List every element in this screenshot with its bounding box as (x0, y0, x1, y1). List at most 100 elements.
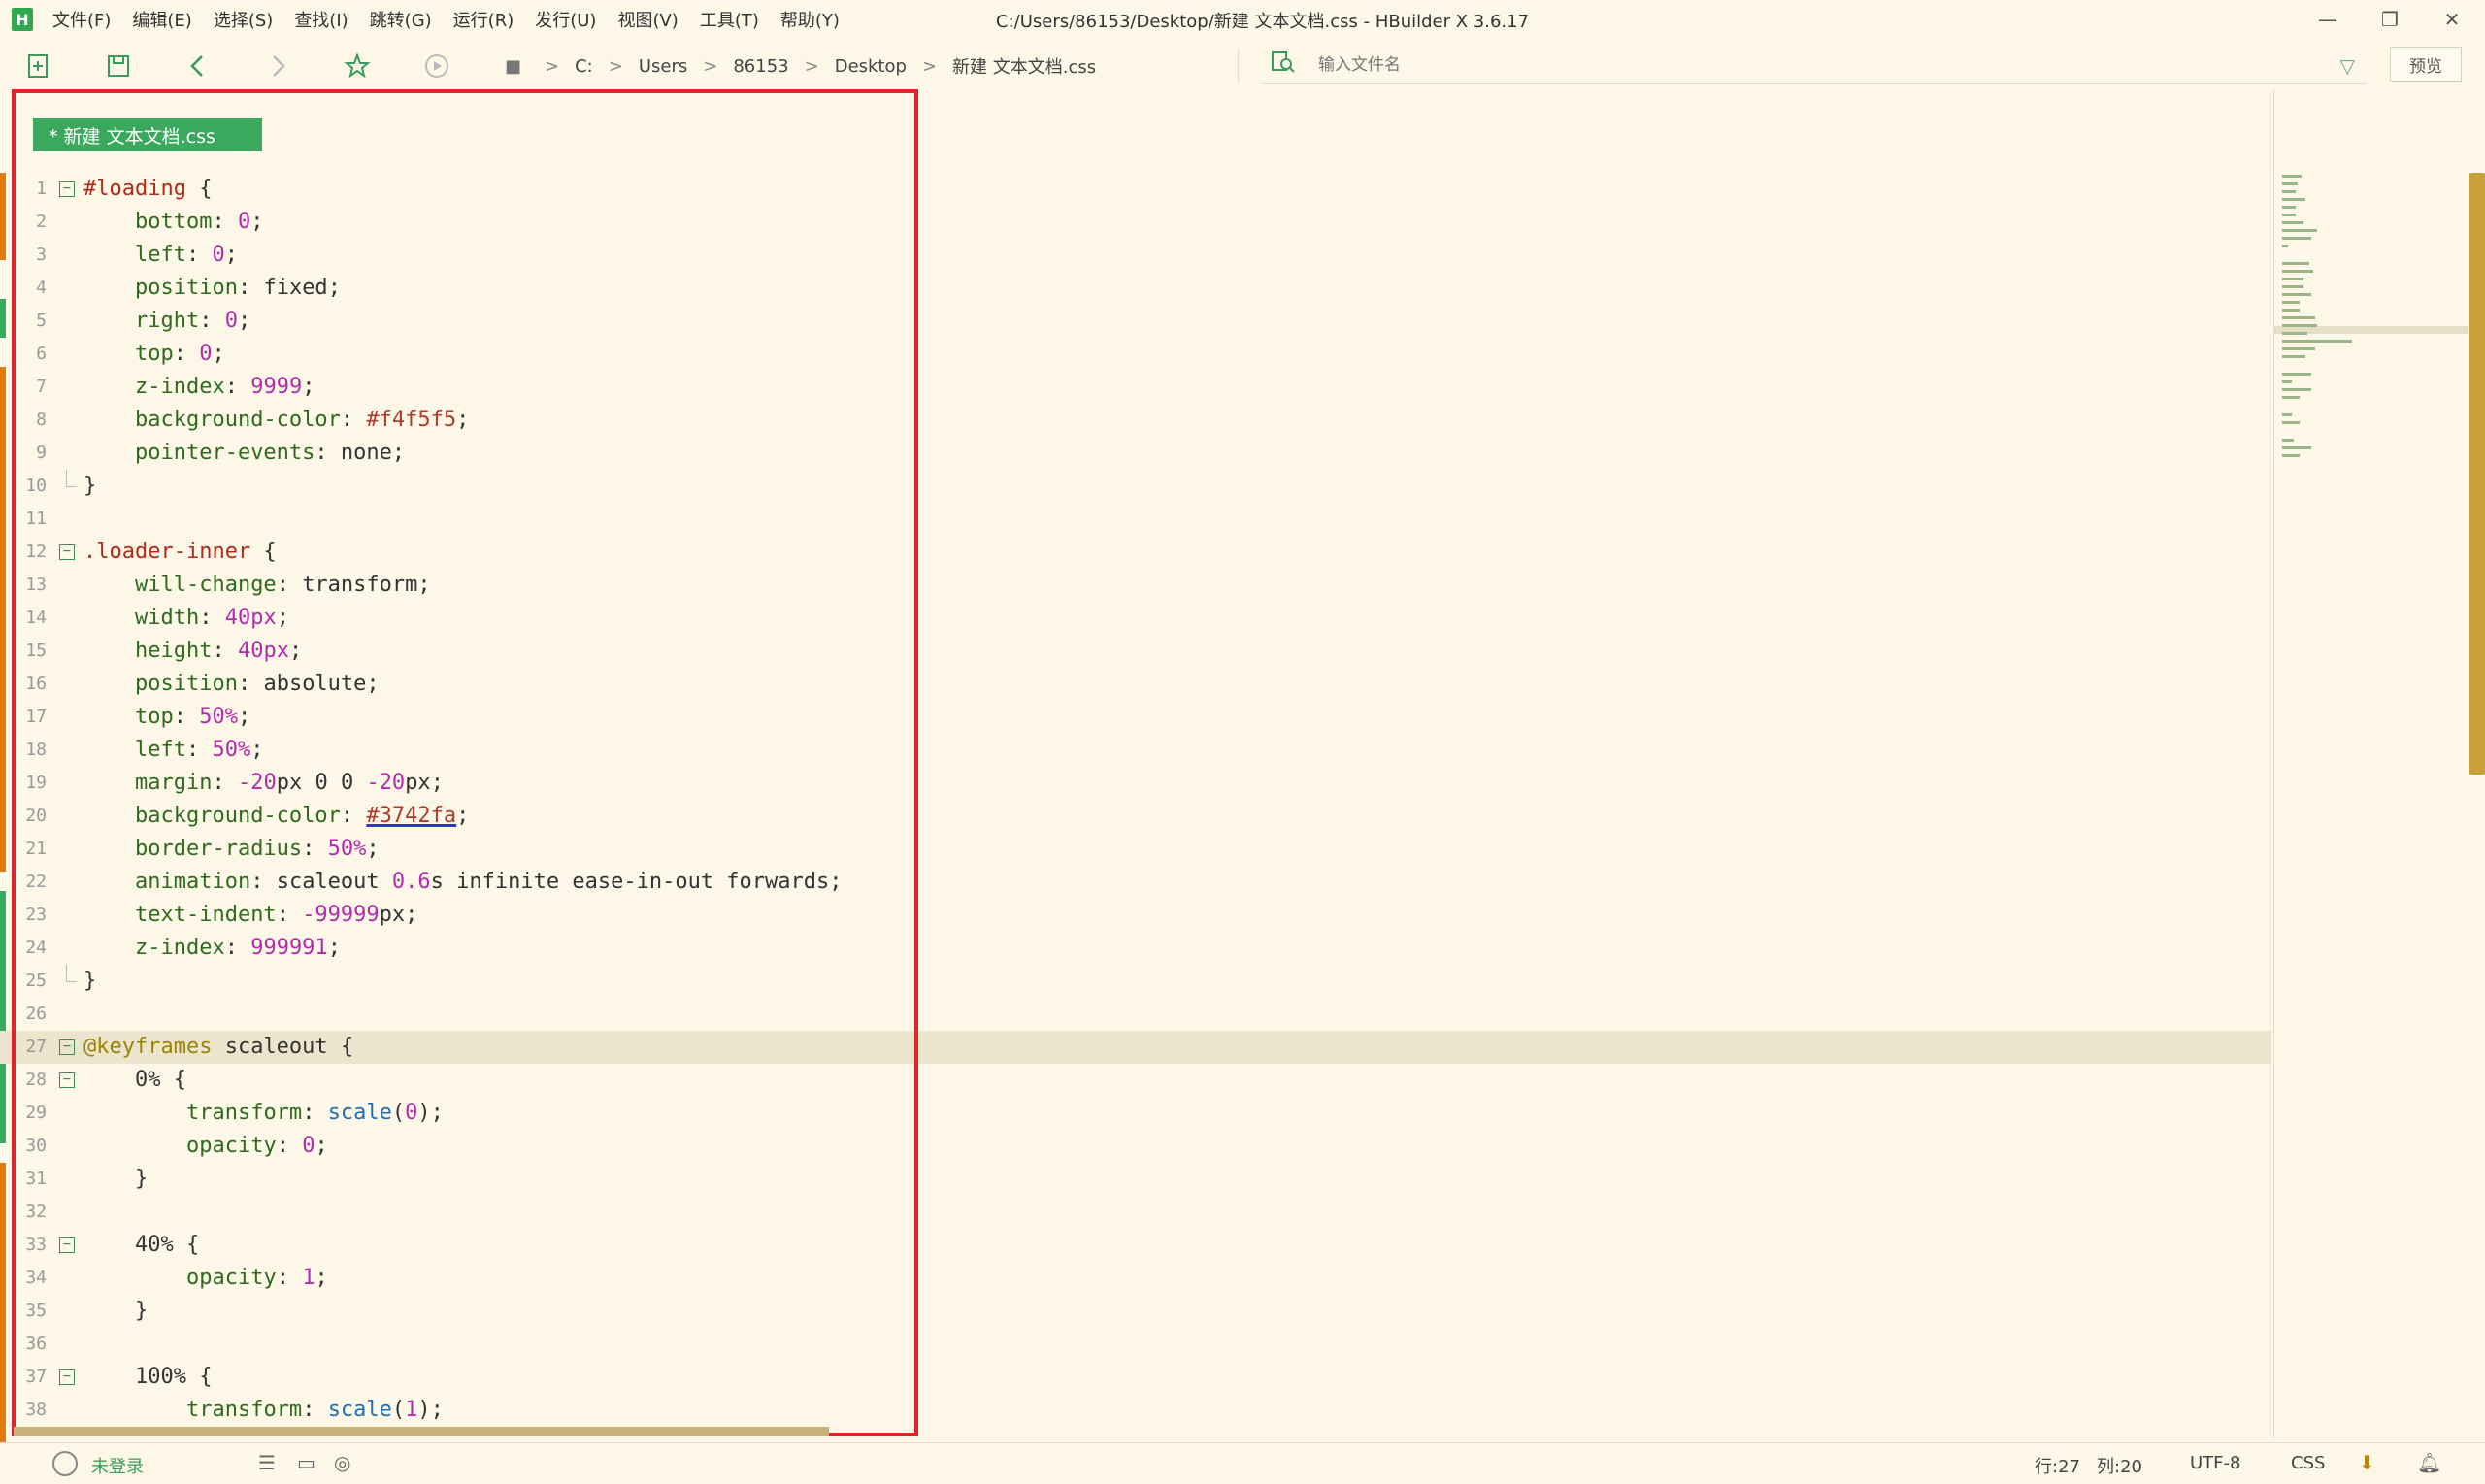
code-line: 3 left: 0; (36, 243, 238, 267)
menu-find[interactable]: 查找(I) (294, 7, 348, 32)
browser-icon[interactable]: ◎ (334, 1451, 350, 1474)
code-line: 20 background-color: #3742fa; (25, 804, 470, 828)
hbuilder-logo-icon: H (12, 8, 33, 31)
login-status[interactable]: 未登录 (91, 1453, 144, 1478)
code-editor[interactable]: 1− #loading { 2 bottom: 0; 3 left: 0; 4 p… (0, 173, 2271, 1427)
code-line: 33− 40% { (25, 1233, 200, 1257)
code-line: 16 position: absolute; (25, 672, 380, 696)
breadcrumb-desktop[interactable]: Desktop (835, 56, 907, 77)
code-line: 31 } (25, 1167, 149, 1191)
code-line: 10} (0, 470, 2271, 503)
file-search-icon[interactable] (1270, 49, 1297, 82)
code-line: 23 text-indent: -99999px; (25, 903, 418, 927)
notification-bell-icon[interactable]: 🔔︎ (2417, 1451, 2441, 1474)
code-line: 13 will-change: transform; (25, 573, 431, 597)
window-controls: — ❐ ✕ (2297, 4, 2483, 35)
code-line: 6 top: 0; (36, 342, 225, 366)
chevron-right-icon: > (703, 55, 718, 77)
menu-view[interactable]: 视图(V) (617, 7, 678, 32)
status-bar: 未登录 ☰ ▭ ◎ 行:27 列:20 UTF-8 CSS ⬇ 🔔︎ (0, 1442, 2485, 1484)
filter-icon[interactable]: ▽ (2340, 54, 2355, 78)
code-line: 22 animation: scaleout 0.6s infinite eas… (25, 870, 843, 894)
restore-icon[interactable]: ❐ (2359, 4, 2421, 35)
code-line: 12− .loader-inner { (25, 540, 277, 564)
encoding-status[interactable]: UTF-8 (2190, 1453, 2240, 1473)
breadcrumb-user[interactable]: 86153 (733, 56, 788, 77)
run-icon[interactable] (419, 49, 454, 83)
file-search-box: ▽ (1262, 47, 2367, 84)
code-line: 30 opacity: 0; (25, 1134, 328, 1158)
code-line: 25} (0, 965, 2271, 998)
code-line: 38 transform: scale(1); (25, 1398, 444, 1422)
code-line: 32 (25, 1202, 47, 1222)
menu-file[interactable]: 文件(F) (52, 7, 111, 32)
preview-button[interactable]: 预览 (2390, 47, 2462, 82)
fold-toggle-icon[interactable]: − (59, 1072, 75, 1088)
fold-toggle-icon[interactable]: − (59, 1039, 75, 1055)
code-line: 28− 0% { (25, 1068, 186, 1092)
code-line: 8 background-color: #f4f5f5; (36, 408, 470, 432)
file-search-input[interactable] (1316, 54, 2194, 76)
code-line: 35 } (25, 1299, 149, 1323)
menu-bar: 文件(F) 编辑(E) 选择(S) 查找(I) 跳转(G) 运行(R) 发行(U… (52, 7, 861, 32)
code-line: 11 (25, 509, 47, 529)
code-line: 5 right: 0; (36, 309, 251, 333)
bookmark-star-icon[interactable] (340, 49, 375, 83)
minimap[interactable] (2273, 89, 2468, 1438)
breadcrumb-drive[interactable]: C: (575, 56, 593, 77)
code-line: 7 z-index: 9999; (36, 375, 315, 399)
breadcrumb-file[interactable]: 新建 文本文档.css (952, 53, 1096, 79)
terminal-icon[interactable]: ▭ (297, 1451, 315, 1474)
window-title: C:/Users/86153/Desktop/新建 文本文档.css - HBu… (996, 12, 1530, 32)
fold-toggle-icon[interactable]: − (59, 181, 75, 197)
code-line: 2 bottom: 0; (36, 210, 264, 234)
fold-toggle-icon[interactable]: − (59, 1369, 75, 1385)
horizontal-scrollbar[interactable] (14, 1427, 829, 1436)
outline-list-icon[interactable]: ☰ (258, 1451, 276, 1474)
code-line: 4 position: fixed; (36, 276, 341, 300)
folder-icon[interactable]: ■ (505, 56, 521, 77)
code-line: 37− 100% { (25, 1365, 213, 1389)
language-mode[interactable]: CSS (2291, 1453, 2325, 1473)
code-line: 24 z-index: 999991; (25, 936, 341, 960)
new-file-icon[interactable] (21, 49, 56, 83)
code-line: 34 opacity: 1; (25, 1266, 328, 1290)
code-line: 21 border-radius: 50%; (25, 837, 380, 861)
menu-publish[interactable]: 发行(U) (535, 7, 596, 32)
breadcrumb-users[interactable]: Users (639, 56, 687, 77)
menu-run[interactable]: 运行(R) (453, 7, 514, 32)
menu-tools[interactable]: 工具(T) (700, 7, 759, 32)
breadcrumb: ■ > C: > Users > 86153 > Desktop > 新建 文本… (505, 50, 1096, 82)
code-line: 1− #loading { (36, 177, 213, 201)
back-icon[interactable] (181, 49, 215, 83)
menu-help[interactable]: 帮助(Y) (780, 7, 840, 32)
menu-goto[interactable]: 跳转(G) (370, 7, 432, 32)
code-line-current: 27− @keyframes scaleout { (0, 1031, 2271, 1064)
code-line: 15 height: 40px; (25, 639, 303, 663)
cursor-column[interactable]: 列:20 (2097, 1453, 2142, 1478)
fold-toggle-icon[interactable]: − (59, 1237, 75, 1253)
toolbar: ■ > C: > Users > 86153 > Desktop > 新建 文本… (0, 43, 2485, 89)
code-line: 17 top: 50%; (25, 705, 251, 729)
chevron-right-icon: > (921, 55, 938, 77)
close-icon[interactable]: ✕ (2421, 4, 2483, 35)
fold-toggle-icon[interactable]: − (59, 544, 75, 560)
code-line: 9 pointer-events: none; (36, 441, 406, 465)
tab-file[interactable]: * 新建 文本文档.css (33, 118, 262, 151)
code-line: 29 transform: scale(0); (25, 1101, 444, 1125)
toolbar-divider (1238, 49, 1239, 83)
menu-edit[interactable]: 编辑(E) (132, 7, 191, 32)
forward-icon[interactable] (260, 49, 295, 83)
minimize-icon[interactable]: — (2297, 4, 2359, 35)
title-bar: H 文件(F) 编辑(E) 选择(S) 查找(I) 跳转(G) 运行(R) 发行… (0, 0, 2485, 39)
code-line: 18 left: 50%; (25, 738, 264, 762)
vertical-scrollbar[interactable] (2469, 173, 2485, 775)
menu-select[interactable]: 选择(S) (214, 7, 273, 32)
code-line: 26 (25, 1004, 47, 1024)
cursor-line[interactable]: 行:27 (2035, 1453, 2080, 1478)
user-avatar-icon[interactable] (52, 1451, 78, 1476)
download-icon[interactable]: ⬇ (2359, 1451, 2375, 1474)
chevron-right-icon: > (545, 55, 560, 77)
save-icon[interactable] (101, 49, 136, 83)
chevron-right-icon: > (804, 55, 819, 77)
